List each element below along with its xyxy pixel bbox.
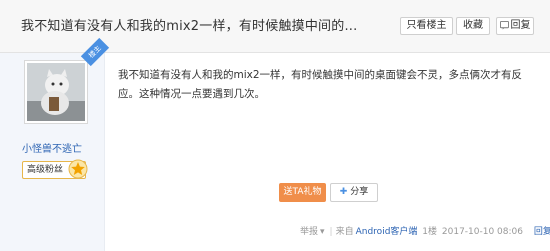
client-link[interactable]: Android客户端 [356, 227, 418, 237]
reply-icon [499, 21, 509, 30]
post-content: 我不知道有没有人和我的mix2一样，有时候触摸中间的桌面键会不灵，多点俩次才有反… [118, 69, 523, 100]
send-gift-button[interactable]: 送TA礼物 [279, 183, 326, 202]
only-op-button[interactable]: 只看楼主 [400, 17, 453, 35]
username-link[interactable]: 小怪兽不逃亡 [0, 140, 104, 155]
reply-button[interactable]: 回复 [496, 17, 534, 35]
avatar[interactable] [24, 60, 88, 124]
post-timestamp: 2017-10-10 08:06 [441, 227, 523, 237]
favorite-button[interactable]: 收藏 [456, 17, 490, 35]
star-level-icon [68, 157, 88, 179]
footer-reply-link[interactable]: 回复 [534, 227, 550, 237]
share-label: 分享 [350, 187, 369, 197]
report-link[interactable]: 举报 [300, 227, 318, 237]
plus-icon: ✚ [339, 187, 348, 197]
divider: | [329, 227, 333, 237]
source-prefix: 来自 [335, 227, 354, 237]
floor-number: 1楼 [422, 227, 438, 237]
avatar-image [27, 63, 85, 121]
chevron-down-icon[interactable]: ▾ [320, 227, 325, 237]
reply-button-label: 回复 [510, 20, 531, 31]
thread-title: 我不知道有没有人和我的mix2一样，有时候触摸中间的... [21, 19, 358, 34]
share-button[interactable]: ✚ 分享 [330, 183, 378, 202]
post-footer: 举报 ▾ | 来自 Android客户端 1楼 2017-10-10 08:06 回复 [300, 224, 550, 237]
